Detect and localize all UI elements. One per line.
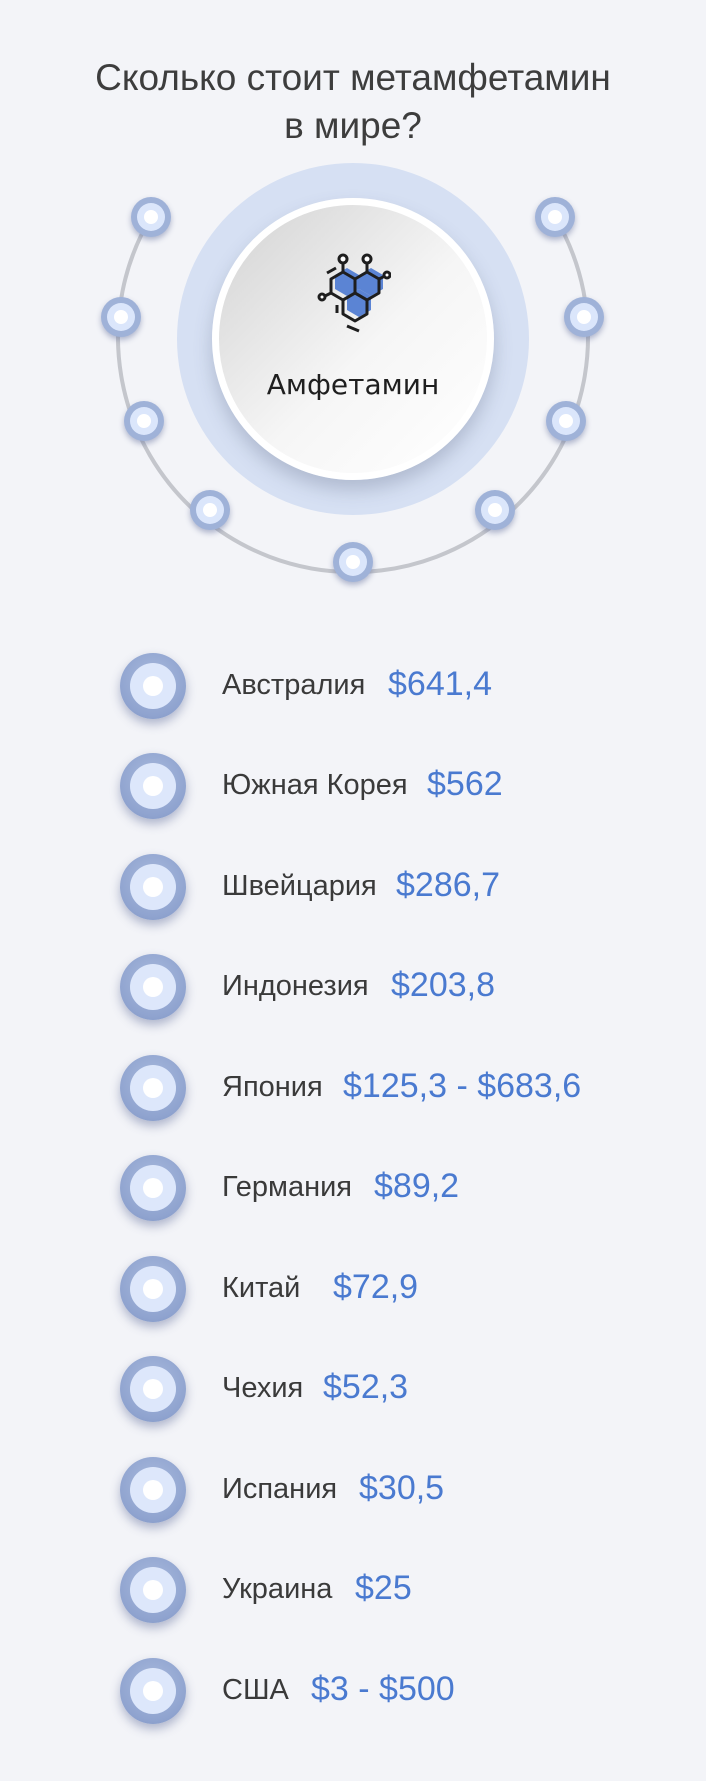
- bullet-icon: [120, 854, 186, 920]
- bullet-icon: [120, 1356, 186, 1422]
- ring-node: [546, 401, 586, 441]
- list-item: США $3 - $500: [0, 1655, 706, 1725]
- bullet-icon: [120, 753, 186, 819]
- price-value: $641,4: [388, 665, 492, 703]
- country-name: Япония: [222, 1071, 323, 1103]
- list-item: Германия $89,2: [0, 1152, 706, 1222]
- bullet-icon: [120, 1658, 186, 1724]
- price-value: $89,2: [374, 1167, 460, 1205]
- ring-node: [101, 297, 141, 337]
- country-name: Испания: [222, 1473, 338, 1505]
- country-name: Китай: [222, 1272, 301, 1304]
- list-item: Австралия $641,4: [0, 650, 706, 720]
- bullet-icon: [120, 1457, 186, 1523]
- list-item: Индонезия $203,8: [0, 951, 706, 1021]
- molecule-icon: [317, 253, 391, 333]
- price-value: $286,7: [396, 866, 500, 904]
- bullet-icon: [120, 1557, 186, 1623]
- country-name: Австралия: [222, 669, 366, 701]
- center-label: Амфетамин: [266, 368, 440, 401]
- bullet-icon: [120, 1155, 186, 1221]
- country-name: Украина: [222, 1573, 333, 1605]
- ring-node: [564, 297, 604, 337]
- ring-diagram: Амфетамин: [0, 160, 706, 600]
- bullet-icon: [120, 1055, 186, 1121]
- price-value: $52,3: [323, 1368, 409, 1406]
- title-line-2: в мире?: [284, 105, 422, 146]
- country-name: Швейцария: [222, 870, 377, 902]
- country-name: Чехия: [222, 1372, 304, 1404]
- center-disc: Амфетамин: [212, 198, 494, 480]
- bullet-icon: [120, 954, 186, 1020]
- list-item: Япония $125,3 - $683,6: [0, 1052, 706, 1122]
- price-value: $25: [355, 1569, 412, 1607]
- bullet-icon: [120, 653, 186, 719]
- price-value: $562: [427, 765, 503, 803]
- ring-node: [475, 490, 515, 530]
- ring-node: [124, 401, 164, 441]
- bullet-icon: [120, 1256, 186, 1322]
- ring-node: [131, 197, 171, 237]
- list-item: Испания $30,5: [0, 1454, 706, 1524]
- price-value: $125,3 - $683,6: [343, 1067, 582, 1105]
- ring-node: [535, 197, 575, 237]
- price-value: $203,8: [391, 966, 495, 1004]
- price-value: $72,9: [333, 1268, 419, 1306]
- country-name: Германия: [222, 1171, 353, 1203]
- page-title: Сколько стоит метамфетамин в мире?: [0, 54, 706, 150]
- country-name: США: [222, 1674, 289, 1706]
- list-item: Китай $72,9: [0, 1253, 706, 1323]
- ring-node: [190, 490, 230, 530]
- country-name: Индонезия: [222, 970, 369, 1002]
- list-item: Украина $25: [0, 1554, 706, 1624]
- price-value: $30,5: [359, 1469, 445, 1507]
- title-line-1: Сколько стоит метамфетамин: [95, 57, 611, 98]
- country-name: Южная Корея: [222, 769, 408, 801]
- price-value: $3 - $500: [311, 1670, 455, 1708]
- list-item: Чехия $52,3: [0, 1353, 706, 1423]
- list-item: Южная Корея $562: [0, 750, 706, 820]
- ring-node: [333, 542, 373, 582]
- list-item: Швейцария $286,7: [0, 851, 706, 921]
